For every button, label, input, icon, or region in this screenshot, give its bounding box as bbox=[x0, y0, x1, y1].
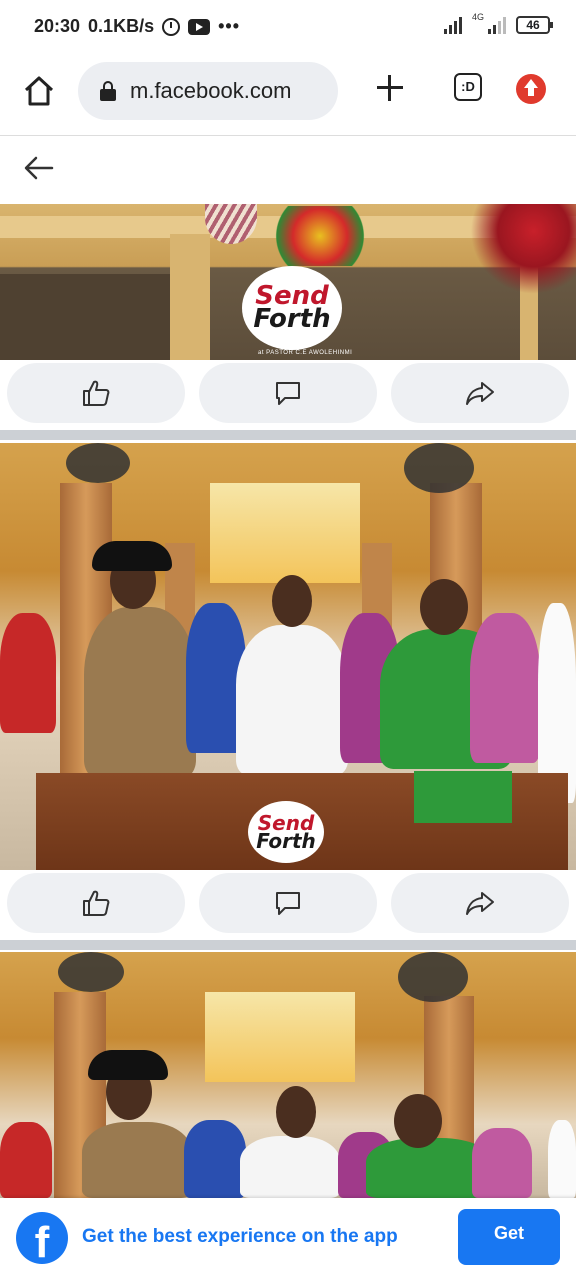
browser-toolbar: m.facebook.com :D bbox=[0, 56, 576, 136]
page-header bbox=[0, 137, 576, 203]
status-network-speed: 0.1KB/s bbox=[88, 16, 155, 36]
plus-icon[interactable] bbox=[374, 72, 406, 104]
tabs-icon[interactable]: :D bbox=[454, 73, 482, 101]
app-install-banner: f Get the best experience on the app Get bbox=[0, 1198, 576, 1280]
network-type: 4G bbox=[471, 12, 484, 22]
post-photo[interactable] bbox=[0, 952, 576, 1198]
update-icon[interactable] bbox=[516, 74, 546, 104]
battery-icon: 46 bbox=[516, 16, 553, 34]
logo-line-2: Forth bbox=[256, 829, 316, 853]
post-photo[interactable]: Send Forth at PASTOR C.E AWOLEHINMI bbox=[0, 204, 576, 360]
like-button[interactable] bbox=[7, 363, 185, 423]
thumbs-up-icon bbox=[83, 890, 110, 916]
address-bar[interactable]: m.facebook.com bbox=[78, 62, 338, 120]
post-actions bbox=[0, 360, 576, 428]
youtube-icon bbox=[188, 18, 211, 35]
logo-line-2: Forth bbox=[253, 304, 331, 334]
signal-icon bbox=[443, 16, 462, 34]
url-text: m.facebook.com bbox=[130, 78, 292, 103]
post-divider bbox=[0, 940, 576, 950]
app-banner-message: Get the best experience on the app bbox=[82, 1226, 398, 1247]
send-forth-logo: Send Forth bbox=[244, 268, 340, 348]
home-icon[interactable] bbox=[22, 74, 56, 108]
status-bar: 20:30 0.1KB/s ••• 4G 46 bbox=[0, 0, 576, 56]
arrow-left-icon[interactable] bbox=[22, 153, 56, 183]
thumbs-up-icon bbox=[83, 380, 110, 406]
status-left: 20:30 0.1KB/s ••• bbox=[34, 16, 240, 37]
alarm-icon bbox=[162, 17, 181, 36]
more-notifications-dots: ••• bbox=[218, 16, 240, 36]
comment-button[interactable] bbox=[199, 363, 377, 423]
comment-button[interactable] bbox=[199, 873, 377, 933]
get-app-button[interactable]: Get bbox=[458, 1209, 560, 1265]
facebook-logo-icon: f bbox=[16, 1212, 68, 1264]
signal-icon-secondary bbox=[488, 16, 506, 34]
post-divider bbox=[0, 430, 576, 440]
comment-icon bbox=[276, 892, 300, 915]
logo-caption: at PASTOR C.E AWOLEHINMI bbox=[258, 350, 353, 356]
send-forth-logo: Send Forth bbox=[250, 803, 322, 861]
status-time: 20:30 bbox=[34, 16, 81, 36]
share-icon bbox=[466, 892, 494, 915]
lock-icon bbox=[100, 81, 116, 101]
share-button[interactable] bbox=[391, 873, 569, 933]
status-right: 4G 46 bbox=[443, 12, 553, 34]
post-photo[interactable]: Send Forth bbox=[0, 443, 576, 870]
share-icon bbox=[466, 382, 494, 405]
share-button[interactable] bbox=[391, 363, 569, 423]
post-actions bbox=[0, 870, 576, 938]
comment-icon bbox=[276, 382, 300, 405]
like-button[interactable] bbox=[7, 873, 185, 933]
